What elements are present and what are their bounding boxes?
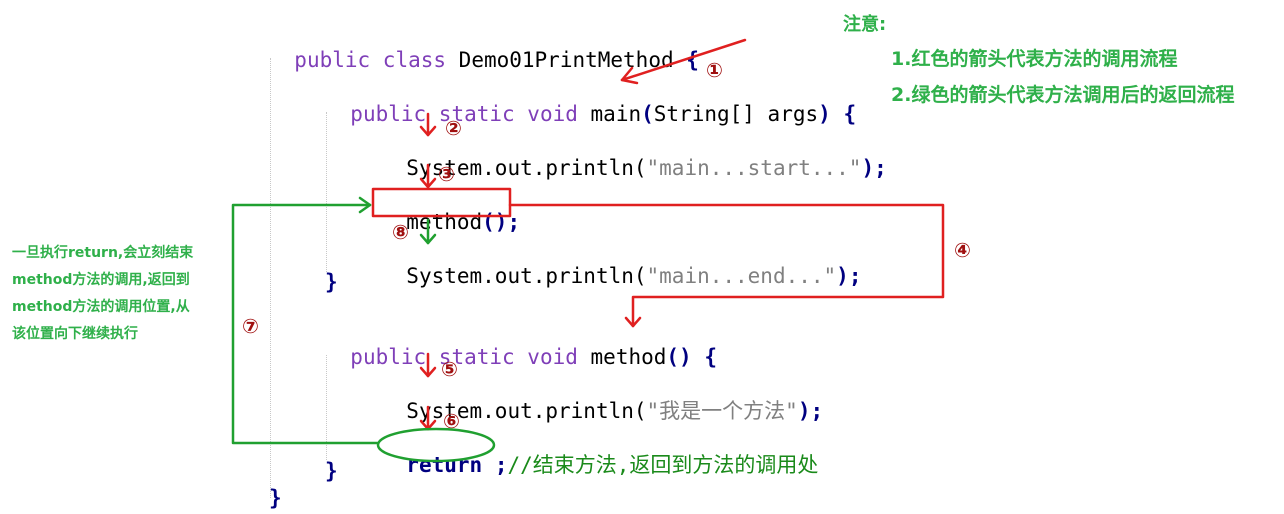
call-arrow-2 [419,112,437,137]
flow-arrows [231,38,945,463]
call-arrow-3 [419,163,437,189]
call-arrow-4 [508,203,945,328]
return-arrow-7 [231,196,380,445]
return-arrow-8 [419,218,437,245]
call-arrow-5 [419,352,437,378]
call-arrow-6 [419,405,437,431]
return-highlight-ellipse [376,427,496,463]
method-call-highlight-box [371,187,512,218]
call-arrow-1 [620,38,747,85]
